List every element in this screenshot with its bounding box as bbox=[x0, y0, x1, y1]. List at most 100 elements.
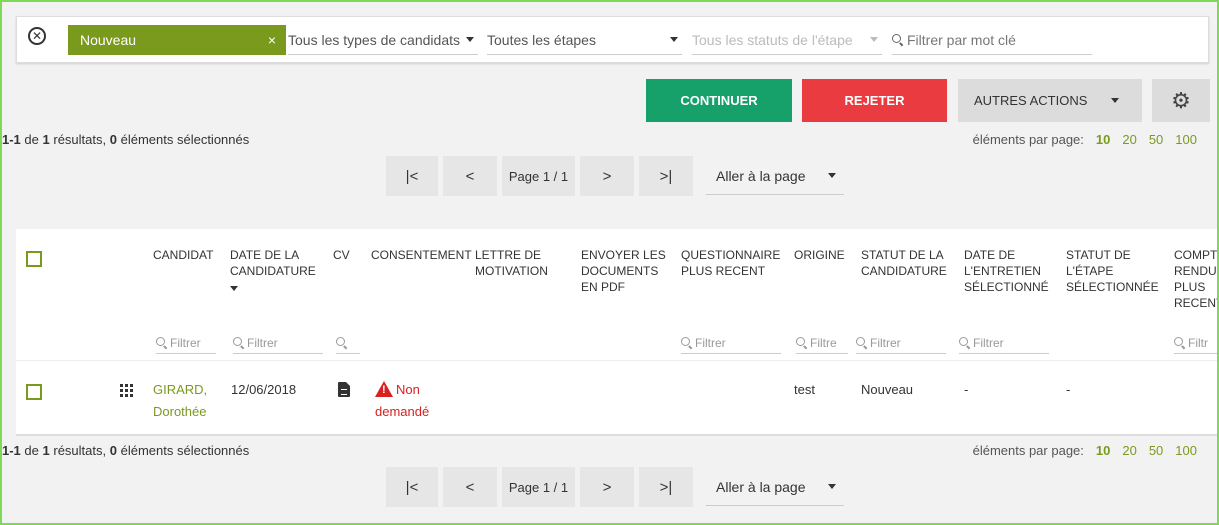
continue-button[interactable]: CONTINUER bbox=[646, 79, 792, 122]
per-page-option-100[interactable]: 100 bbox=[1175, 132, 1197, 147]
settings-gear-icon[interactable]: ⚙ bbox=[1152, 79, 1210, 122]
per-page-option-50[interactable]: 50 bbox=[1149, 443, 1163, 458]
search-icon bbox=[796, 337, 807, 348]
per-page-option-50[interactable]: 50 bbox=[1149, 132, 1163, 147]
filter-placeholder: Filtre bbox=[810, 335, 837, 350]
per-page-selector-top: éléments par page: 10 20 50 100 bbox=[973, 132, 1197, 147]
results-summary-bottom: 1-1 de 1 résultats, 0 éléments sélection… bbox=[2, 443, 249, 458]
pagination-bottom: |< < Page 1 / 1 > >| Aller à la page bbox=[386, 467, 844, 507]
goto-page-select[interactable]: Aller à la page bbox=[706, 468, 844, 506]
consent-status-line1: Non bbox=[396, 382, 420, 397]
results-total: 1 bbox=[42, 443, 50, 458]
search-icon bbox=[233, 337, 244, 348]
filter-placeholder: Filtrer bbox=[695, 335, 726, 350]
row-checkbox[interactable] bbox=[26, 384, 42, 400]
results-range: 1-1 bbox=[2, 132, 21, 147]
filter-input-compte-rendu[interactable]: Filtr bbox=[1174, 332, 1217, 354]
clear-filters-icon[interactable]: ✕ bbox=[28, 27, 46, 45]
per-page-option-10[interactable]: 10 bbox=[1096, 443, 1110, 458]
goto-page-label: Aller à la page bbox=[716, 478, 806, 495]
column-header-statut-candidature[interactable]: STATUT DE LA CANDIDATURE bbox=[861, 247, 956, 279]
header-divider bbox=[16, 360, 1217, 361]
search-icon bbox=[892, 34, 903, 45]
column-header-questionnaire[interactable]: QUESTIONNAIRE PLUS RECENT bbox=[681, 247, 791, 279]
per-page-option-10[interactable]: 10 bbox=[1096, 132, 1110, 147]
page-indicator: Page 1 / 1 bbox=[502, 156, 575, 196]
chevron-down-icon bbox=[466, 37, 474, 42]
next-page-button[interactable]: > bbox=[580, 156, 634, 196]
table-bottom-border bbox=[16, 434, 1217, 436]
chevron-down-icon bbox=[1111, 98, 1120, 103]
goto-page-select[interactable]: Aller à la page bbox=[706, 157, 844, 195]
drag-handle-icon[interactable] bbox=[120, 384, 133, 397]
cell-date-candidature: 12/06/2018 bbox=[231, 382, 297, 397]
next-page-button[interactable]: > bbox=[580, 467, 634, 507]
results-selected-count: 0 bbox=[109, 132, 117, 147]
chevron-down-icon bbox=[828, 484, 836, 489]
cell-statut-candidature: Nouveau bbox=[861, 382, 914, 397]
filter-chip-label: Nouveau bbox=[80, 32, 137, 48]
results-range: 1-1 bbox=[2, 443, 21, 458]
results-of: de bbox=[24, 132, 39, 147]
results-summary-top: 1-1 de 1 résultats, 0 éléments sélection… bbox=[2, 132, 249, 147]
warning-icon bbox=[375, 381, 393, 397]
filter-input-candidat[interactable]: Filtrer bbox=[156, 332, 216, 354]
filter-input-questionnaire[interactable]: Filtrer bbox=[681, 332, 781, 354]
column-header-compte-rendu[interactable]: COMPTE RENDU PLUS RECENT bbox=[1174, 247, 1217, 311]
filter-placeholder: Filtrer bbox=[973, 335, 1004, 350]
other-actions-button[interactable]: AUTRES ACTIONS bbox=[958, 79, 1142, 122]
prev-page-button[interactable]: < bbox=[443, 156, 497, 196]
chevron-down-icon bbox=[870, 37, 878, 42]
column-header-date-entretien[interactable]: DATE DE L'ENTRETIEN SÉLECTIONNÉ bbox=[964, 247, 1064, 295]
step-select[interactable]: Toutes les étapes bbox=[487, 25, 682, 55]
keyword-search-input[interactable]: Filtrer par mot clé bbox=[892, 25, 1092, 55]
results-selected-word: éléments sélectionnés bbox=[120, 443, 250, 458]
filter-input-origine[interactable]: Filtre bbox=[796, 332, 848, 354]
search-icon bbox=[336, 337, 347, 348]
column-header-lettre[interactable]: LETTRE DE MOTIVATION bbox=[475, 247, 555, 279]
cell-origine: test bbox=[794, 382, 815, 397]
column-header-cv[interactable]: CV bbox=[333, 247, 350, 263]
filter-input-cv[interactable] bbox=[336, 332, 360, 354]
column-header-origine[interactable]: ORIGINE bbox=[794, 247, 845, 263]
column-header-statut-etape[interactable]: STATUT DE L'ÉTAPE SÉLECTIONNÉE bbox=[1066, 247, 1161, 295]
filter-input-statut[interactable]: Filtrer bbox=[856, 332, 946, 354]
search-icon bbox=[156, 337, 167, 348]
per-page-option-20[interactable]: 20 bbox=[1122, 132, 1136, 147]
filter-placeholder: Filtr bbox=[1188, 335, 1208, 350]
chip-close-icon[interactable]: × bbox=[268, 32, 276, 48]
last-page-button[interactable]: >| bbox=[639, 467, 693, 507]
filter-input-date[interactable]: Filtrer bbox=[233, 332, 323, 354]
candidate-last-name: GIRARD, bbox=[153, 382, 208, 397]
column-header-date-candidature[interactable]: DATE DE LA CANDIDATURE bbox=[230, 247, 320, 295]
goto-page-label: Aller à la page bbox=[716, 167, 806, 184]
other-actions-label: AUTRES ACTIONS bbox=[974, 93, 1088, 108]
first-page-button[interactable]: |< bbox=[386, 156, 438, 196]
candidate-type-value: Tous les types de candidats bbox=[288, 31, 460, 48]
document-icon[interactable] bbox=[338, 382, 350, 397]
search-icon bbox=[856, 337, 867, 348]
filter-placeholder: Filtrer bbox=[247, 335, 278, 350]
search-icon bbox=[959, 337, 970, 348]
candidate-name-link[interactable]: GIRARD, Dorothée bbox=[153, 379, 207, 423]
cell-date-entretien: - bbox=[964, 382, 969, 397]
column-header-date-label: DATE DE LA CANDIDATURE bbox=[230, 248, 316, 278]
prev-page-button[interactable]: < bbox=[443, 467, 497, 507]
column-header-candidat[interactable]: CANDIDAT bbox=[153, 247, 213, 263]
sort-desc-icon bbox=[230, 286, 238, 291]
column-header-consentement[interactable]: CONSENTEMENT bbox=[371, 247, 472, 263]
filter-chip-status[interactable]: Nouveau × bbox=[68, 25, 286, 55]
filter-placeholder: Filtrer bbox=[170, 335, 201, 350]
filter-input-date-entretien[interactable]: Filtrer bbox=[959, 332, 1049, 354]
per-page-option-100[interactable]: 100 bbox=[1175, 443, 1197, 458]
per-page-option-20[interactable]: 20 bbox=[1122, 443, 1136, 458]
step-value: Toutes les étapes bbox=[487, 31, 596, 48]
column-header-envoyer-pdf[interactable]: ENVOYER LES DOCUMENTS EN PDF bbox=[581, 247, 666, 295]
last-page-button[interactable]: >| bbox=[639, 156, 693, 196]
first-page-button[interactable]: |< bbox=[386, 467, 438, 507]
cell-statut-etape: - bbox=[1066, 382, 1071, 397]
reject-button[interactable]: REJETER bbox=[802, 79, 947, 122]
candidate-type-select[interactable]: Tous les types de candidats bbox=[288, 25, 478, 55]
select-all-checkbox[interactable] bbox=[26, 251, 42, 267]
per-page-selector-bottom: éléments par page: 10 20 50 100 bbox=[973, 443, 1197, 458]
